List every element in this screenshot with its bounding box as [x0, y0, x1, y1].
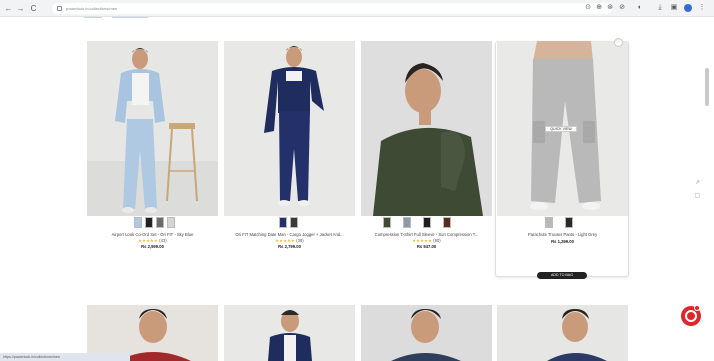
sidebar-icon[interactable]: ▣: [669, 3, 679, 13]
product-image[interactable]: [87, 41, 218, 216]
color-swatch[interactable]: [403, 217, 411, 228]
avatar[interactable]: [684, 4, 692, 12]
color-swatch[interactable]: [443, 217, 451, 228]
address-bar[interactable]: powerlook.in/collections/men: [52, 3, 612, 14]
reload-icon[interactable]: C: [28, 3, 39, 14]
compare-icon[interactable]: ▢: [694, 193, 701, 200]
rating-stars: ★★★★★: [138, 238, 159, 243]
color-swatch[interactable]: [156, 217, 164, 228]
product-price: Rs 2,999.00: [141, 244, 164, 249]
swatch-list: [545, 217, 573, 229]
notification-dot: [694, 305, 700, 311]
product-title[interactable]: Ori FIT Matching Date Man - Cargo Jogger…: [224, 232, 355, 237]
color-swatch[interactable]: [545, 217, 553, 228]
review-count: (90): [433, 238, 441, 243]
product-title[interactable]: Parachute Trouser Pants - Light Grey: [497, 232, 628, 237]
product-title[interactable]: Compression T-Shirt Full Sleeve - Sun Co…: [361, 232, 492, 237]
product-price: Rs 947.00: [416, 244, 437, 249]
swatch-list: [134, 217, 175, 229]
product-rating: ★★★★★ (38): [224, 238, 355, 243]
scrollbar[interactable]: [705, 68, 709, 106]
product-rating: ★★★★★ (90): [361, 238, 492, 243]
url-text: powerlook.in/collections/men: [66, 6, 118, 11]
forward-icon[interactable]: →: [15, 3, 26, 14]
status-bar-url: https://powerlook.in/collections/men: [0, 353, 130, 361]
profile-sync-icon[interactable]: ◐: [635, 3, 645, 13]
lock-icon: [57, 6, 62, 11]
color-swatch[interactable]: [423, 217, 431, 228]
quick-view-button[interactable]: QUICK VIEW: [545, 126, 577, 132]
color-swatch[interactable]: [134, 217, 142, 228]
heart-icon[interactable]: ♡: [614, 38, 623, 47]
product-title[interactable]: Airport Look Co-Ord Set - Ori FIT - Sky …: [87, 232, 218, 237]
rating-stars: ★★★★★: [412, 238, 433, 243]
share-icon[interactable]: ↗: [694, 180, 701, 187]
product-price: Rs 1,299.00: [551, 239, 574, 244]
review-count: (43): [159, 238, 167, 243]
menu-icon[interactable]: ⋮: [697, 3, 707, 13]
color-swatch[interactable]: [565, 217, 573, 228]
share-icon[interactable]: ⊛: [605, 3, 615, 13]
back-icon[interactable]: ←: [3, 3, 14, 14]
add-to-bag-button[interactable]: ADD TO BAG: [537, 272, 587, 279]
browser-toolbar: ← → C powerlook.in/collections/men ⊙ ⊕ ⊛…: [0, 0, 714, 17]
extension-icon[interactable]: ⊙: [583, 3, 593, 13]
nav-underline: [84, 17, 102, 18]
product-card[interactable]: [361, 305, 492, 361]
product-card[interactable]: [224, 305, 355, 361]
zoom-icon[interactable]: ⊕: [594, 3, 604, 13]
nav-underline: [112, 17, 148, 18]
color-swatch[interactable]: [383, 217, 391, 228]
product-price: Rs 2,799.00: [278, 244, 301, 249]
product-rating: ★★★★★ (43): [87, 238, 218, 243]
download-icon[interactable]: ⤓: [655, 3, 665, 13]
color-swatch[interactable]: [167, 217, 175, 228]
color-swatch[interactable]: [145, 217, 153, 228]
bookmark-icon[interactable]: ⊘: [617, 3, 627, 13]
product-image[interactable]: [361, 41, 492, 216]
product-card[interactable]: [497, 305, 628, 361]
swatch-list: [279, 217, 298, 229]
color-swatch[interactable]: [279, 217, 287, 228]
review-count: (38): [296, 238, 304, 243]
color-swatch[interactable]: [290, 217, 298, 228]
swatch-list: [383, 217, 451, 229]
rating-stars: ★★★★★: [275, 238, 296, 243]
product-image[interactable]: [224, 41, 355, 216]
